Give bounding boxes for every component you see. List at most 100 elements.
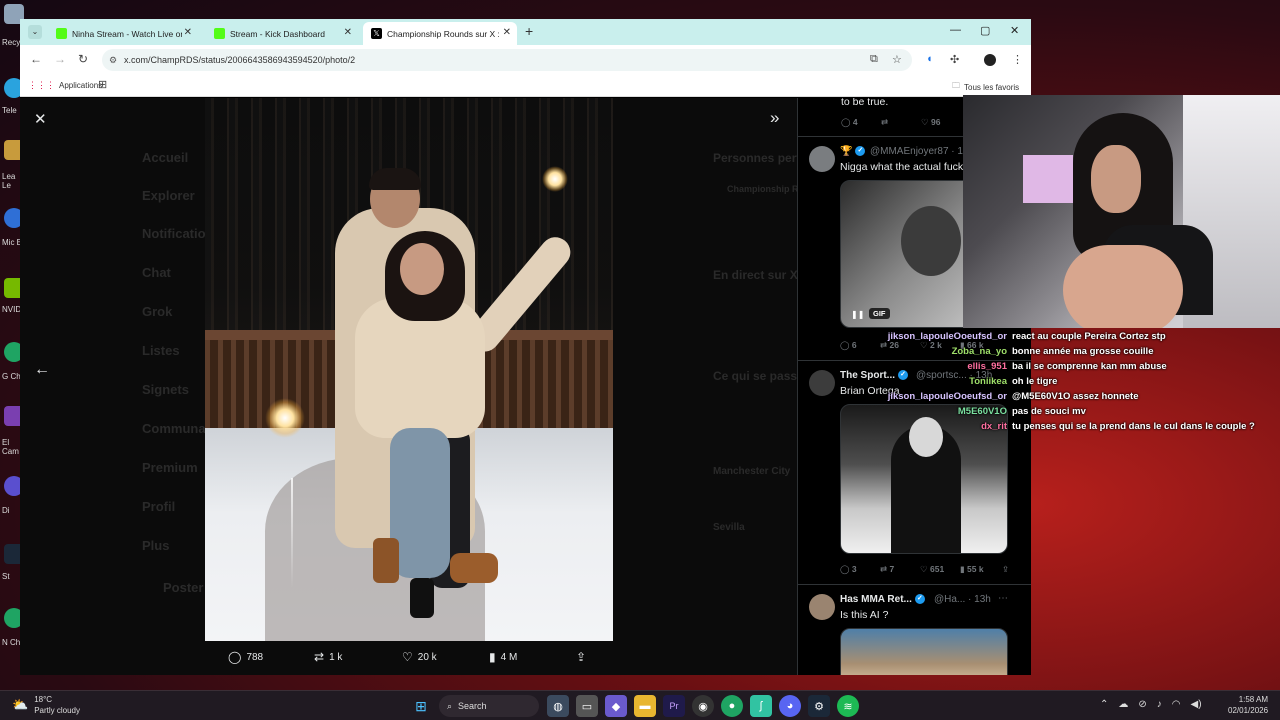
discord-taskbar-icon[interactable]: ◕ [779,695,801,717]
chat-message: dx_rit tu penses qui se la prend dans le… [895,421,1255,436]
reply-count[interactable]: ◯ 6 [840,340,857,351]
desktop-icon-label: G Ch [2,372,21,381]
tab-groups-icon[interactable]: ⊞ [98,78,107,91]
taskbar-clock[interactable]: 1:58 AM 02/01/2026 [1228,694,1268,716]
new-tab-button[interactable]: + [525,23,533,39]
repost-button[interactable]: ⇄ 1 k [314,650,342,664]
forward-arrow-icon[interactable]: → [54,52,66,66]
pause-icon[interactable]: ❚❚ [851,310,864,319]
chat-message: ellis_951 ba il se comprenne kan mm abus… [895,361,1255,376]
avatar[interactable] [809,594,835,620]
volume-icon[interactable]: ◀) [1191,699,1202,710]
previous-arrow-icon[interactable]: ← [34,361,50,379]
webcam-monitor-glow [1023,155,1073,203]
desktop-icon-label: Tele [2,106,17,115]
windows-start-icon[interactable]: ⊞ [410,695,432,717]
tab-x-championship[interactable]: 𝕏 Championship Rounds sur X : " ✕ [363,22,517,45]
premiere-icon[interactable]: Pr [663,695,685,717]
reply-count[interactable]: ◯ 4 [841,117,858,128]
chat-message: jikson_lapouleOoeufsd_or @M5E60V1O assez… [888,391,1255,406]
more-options-icon[interactable]: ⋯ [998,593,1008,604]
desktop-icon-label: NVID [2,305,22,314]
repost-count[interactable]: ⇄ 7 [880,564,894,575]
bookmarks-bar: ⋮⋮⋮ Applications ⊞ 🗀 Tous les favoris [20,75,1031,97]
tab-bar: ⌄ Ninha Stream - Watch Live on ✕ Stream … [20,19,1031,45]
menu-kebab-icon[interactable]: ⋮ [1012,53,1023,66]
share-icon[interactable]: ⇪ [1002,564,1009,575]
file-explorer-icon[interactable]: ▬ [634,695,656,717]
ghost-right-heading: Ce qui se passe [713,369,804,383]
desktop-icon-label: Recy [2,38,21,47]
taskbar: ⛅ 18°C Partly cloudy ⊞ ⌕ Search ◍ ▭ ◆ ▬ … [0,690,1280,720]
like-button[interactable]: ♡ 20 k [402,650,437,664]
spotify-icon[interactable]: ≋ [837,695,859,717]
site-info-icon[interactable]: ⚙ [109,49,117,71]
profile-avatar[interactable] [984,54,996,66]
steam-taskbar-icon[interactable]: ⚙ [808,695,830,717]
photo-woman-jeans [390,428,450,578]
close-tab-icon[interactable]: ✕ [184,27,192,38]
share-button[interactable]: ⇪ [576,650,591,664]
reply-count[interactable]: ◯ 3 [840,564,857,575]
copilot-icon[interactable]: ◆ [605,695,627,717]
taskbar-search[interactable]: ⌕ Search [439,695,539,717]
tab-kick-dashboard[interactable]: Stream - Kick Dashboard ✕ [206,22,358,45]
extensions-puzzle-icon[interactable]: ✣ [950,53,959,66]
tab-search-dropdown[interactable]: ⌄ [28,25,42,39]
webcam-knees [1063,245,1183,328]
close-icon[interactable]: ✕ [34,110,47,128]
webcam-face [1091,145,1141,213]
all-bookmarks-folder[interactable]: 🗀 Tous les favoris [952,80,1019,94]
tab-kick-stream[interactable]: Ninha Stream - Watch Live on ✕ [48,22,198,45]
tweet-image-media[interactable] [840,628,1008,675]
task-view-icon[interactable]: ▭ [576,695,598,717]
tray-chevron-icon[interactable]: ⌃ [1100,699,1108,710]
wifi-icon[interactable]: ◠ [1172,699,1181,710]
maximize-icon[interactable]: ▢ [980,24,990,37]
streamlabs-icon[interactable]: ʃ [750,695,772,717]
close-tab-icon[interactable]: ✕ [344,27,352,38]
avatar[interactable] [809,146,835,172]
reply-button[interactable]: ◯ 788 [228,650,263,664]
bookmark-star-icon[interactable]: ☆ [892,53,902,66]
obs-icon[interactable]: ◉ [692,695,714,717]
tweet-handle[interactable]: @MMAEnjoyer87 · 13 [870,146,969,157]
repost-icon[interactable]: ⇄ [881,117,888,128]
tweet-author-name[interactable]: Has MMA Ret... ✓ [840,594,925,605]
photo-sparkler-trail [291,478,293,588]
chrome-taskbar-icon[interactable]: ● [721,695,743,717]
folder-icon: 🗀 [952,81,960,90]
streamer-webcam [963,95,1280,328]
close-tab-icon[interactable]: ✕ [503,27,511,38]
views-button[interactable]: ▮ 4 M [489,650,517,664]
close-window-icon[interactable]: ✕ [1010,24,1019,37]
install-app-icon[interactable]: ⧉ [870,53,878,66]
photo-action-bar: ◯ 788 ⇄ 1 k ♡ 20 k ▮ 4 M ⇪ [226,650,596,670]
expand-chevron-icon[interactable]: » [770,108,779,128]
like-count[interactable]: ♡ 96 [921,117,940,128]
tweet-handle[interactable]: @Ha... · 13h [934,594,991,605]
avatar[interactable] [809,370,835,396]
widgets-icon[interactable]: ◍ [547,695,569,717]
url-text: x.com/ChampRDS/status/200664358694359452… [124,55,356,65]
view-count[interactable]: ▮ 55 k [960,564,984,575]
chat-text: oh le tigre [1012,376,1058,387]
reply-icon: ◯ [228,650,242,664]
onedrive-icon[interactable]: ☁ [1118,699,1128,710]
notifications-muted-icon[interactable]: ⊘ [1138,699,1146,710]
tab-title: Championship Rounds sur X : " [387,28,499,39]
bookmark-applications[interactable]: ⋮⋮⋮ Applications [28,80,102,91]
tweet-photo[interactable] [205,98,613,641]
back-arrow-icon[interactable]: ← [30,52,42,66]
microphone-icon[interactable]: ♪ [1157,699,1162,710]
chat-text: bonne année ma grosse couille [1012,346,1154,357]
minimize-icon[interactable]: — [950,24,961,36]
search-icon: ⌕ [447,700,453,711]
ghost-right-item: Manchester City [713,466,791,477]
extension-wave-icon[interactable]: ◖ [926,53,933,65]
like-count[interactable]: ♡ 651 [920,564,944,575]
weather-widget[interactable]: ⛅ 18°C Partly cloudy [12,694,80,716]
reload-icon[interactable]: ↻ [78,52,88,66]
address-bar[interactable]: ⚙ x.com/ChampRDS/status/2006643586943594… [102,49,912,71]
tweet-author-name[interactable]: 🏆 ✓ [840,146,866,157]
